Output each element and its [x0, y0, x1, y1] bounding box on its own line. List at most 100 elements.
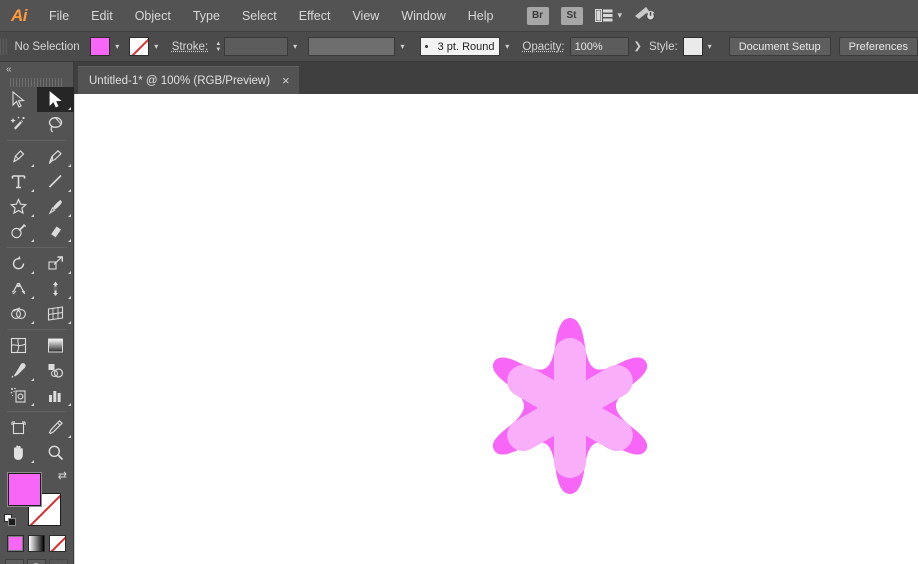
- workspace-switcher-icon[interactable]: [634, 5, 656, 27]
- tool-flyout-indicator-icon: [68, 271, 71, 274]
- tool-blend[interactable]: [37, 358, 74, 383]
- gradient-mode-button[interactable]: [28, 535, 45, 552]
- close-icon[interactable]: ×: [282, 74, 290, 87]
- tool-mesh[interactable]: [0, 333, 37, 358]
- fill-dropdown-chevron-down-icon[interactable]: ▾: [110, 37, 125, 56]
- tool-flyout-indicator-icon: [31, 189, 34, 192]
- tool-star[interactable]: [0, 194, 37, 219]
- fill-color-control[interactable]: ▾: [89, 37, 125, 56]
- tool-type[interactable]: [0, 169, 37, 194]
- style-label: Style:: [648, 40, 678, 53]
- collapse-panel-icon[interactable]: «: [6, 64, 11, 75]
- tool-flyout-indicator-icon: [31, 164, 34, 167]
- stock-icon[interactable]: St: [560, 6, 583, 25]
- menu-bar: Ai File Edit Object Type Select Effect V…: [0, 0, 918, 32]
- menu-edit[interactable]: Edit: [80, 0, 124, 32]
- tool-eyedropper[interactable]: [0, 358, 37, 383]
- tool-flyout-indicator-icon: [31, 214, 34, 217]
- brush-stroke-icon: [424, 45, 428, 48]
- tool-perspective-grid[interactable]: [37, 301, 74, 326]
- stroke-swatch-none-icon[interactable]: [128, 37, 149, 56]
- stroke-weight-stepper[interactable]: ▲ ▼: [213, 37, 223, 56]
- document-tab[interactable]: Untitled-1* @ 100% (RGB/Preview) ×: [78, 66, 299, 94]
- swap-fill-stroke-icon[interactable]: ⇄: [58, 471, 67, 482]
- brush-definition-label: 3 pt. Round: [437, 40, 495, 53]
- tool-symbol-sprayer[interactable]: [0, 383, 37, 408]
- stroke-weight-input[interactable]: [223, 37, 289, 56]
- tool-hand[interactable]: [0, 440, 37, 465]
- tool-separator: [7, 411, 67, 412]
- brush-chevron-down-icon[interactable]: ▾: [500, 37, 514, 56]
- tool-rotate[interactable]: [0, 251, 37, 276]
- opacity-expand-arrow-icon[interactable]: ❯: [629, 41, 647, 52]
- graphic-style-swatch[interactable]: [682, 37, 703, 56]
- tool-scale[interactable]: [37, 251, 74, 276]
- menu-file[interactable]: File: [38, 0, 80, 32]
- artboard-canvas[interactable]: [74, 94, 918, 564]
- default-fill-box: [8, 518, 16, 526]
- tool-flyout-indicator-icon: [68, 239, 71, 242]
- menu-type[interactable]: Type: [182, 0, 231, 32]
- tool-zoom[interactable]: [37, 440, 74, 465]
- tool-flyout-indicator-icon: [68, 321, 71, 324]
- tool-pen[interactable]: [0, 144, 37, 169]
- tool-paintbrush[interactable]: [37, 194, 74, 219]
- stroke-dropdown-chevron-down-icon[interactable]: ▾: [149, 37, 164, 56]
- document-tab-bar: Untitled-1* @ 100% (RGB/Preview) ×: [74, 62, 918, 94]
- tool-artboard[interactable]: [0, 415, 37, 440]
- none-mode-button[interactable]: [49, 535, 66, 552]
- tool-eraser[interactable]: [37, 219, 74, 244]
- color-mode-button[interactable]: [7, 535, 24, 552]
- tool-gradient[interactable]: [37, 333, 74, 358]
- menu-effect[interactable]: Effect: [288, 0, 342, 32]
- tool-lasso[interactable]: [37, 112, 74, 137]
- bridge-icon[interactable]: Br: [526, 6, 549, 25]
- tool-column-graph[interactable]: [37, 383, 74, 408]
- tool-shaper[interactable]: [0, 219, 37, 244]
- six-point-star-flower-artwork[interactable]: [470, 310, 670, 515]
- tool-line-segment[interactable]: [37, 169, 74, 194]
- tool-separator: [7, 140, 67, 141]
- tool-flyout-indicator-icon: [68, 403, 71, 406]
- menu-view[interactable]: View: [341, 0, 390, 32]
- tool-flyout-indicator-icon: [31, 460, 34, 463]
- style-chevron-down-icon[interactable]: ▾: [703, 37, 717, 56]
- menu-help[interactable]: Help: [457, 0, 505, 32]
- width-profile-chevron-down-icon[interactable]: ▾: [395, 37, 409, 56]
- stroke-weight-chevron-down-icon[interactable]: ▾: [288, 37, 302, 56]
- opacity-label[interactable]: Opacity:: [514, 41, 569, 53]
- tool-selection[interactable]: [37, 87, 74, 112]
- control-bar-grip[interactable]: [0, 31, 9, 62]
- tool-width[interactable]: [0, 276, 37, 301]
- stroke-weight-label[interactable]: Stroke:: [164, 41, 213, 53]
- stroke-color-control[interactable]: ▾: [128, 37, 164, 56]
- preferences-button[interactable]: Preferences: [838, 37, 918, 56]
- default-fill-stroke-icon[interactable]: [4, 514, 17, 527]
- toolbar-fill-swatch[interactable]: [8, 473, 41, 506]
- menu-object[interactable]: Object: [124, 0, 182, 32]
- opacity-input[interactable]: 100%: [569, 37, 629, 56]
- tool-slice[interactable]: [37, 415, 74, 440]
- arrange-documents-icon[interactable]: ▾: [594, 9, 622, 22]
- fill-swatch[interactable]: [89, 37, 110, 56]
- document-setup-button[interactable]: Document Setup: [728, 37, 831, 56]
- tool-flyout-indicator-icon: [68, 296, 71, 299]
- tool-flyout-indicator-icon: [68, 435, 71, 438]
- tool-separator: [7, 247, 67, 248]
- width-profile-select[interactable]: [308, 37, 396, 56]
- draw-normal-button[interactable]: [5, 559, 24, 564]
- tool-curvature[interactable]: [37, 144, 74, 169]
- tool-shape-builder[interactable]: [0, 301, 37, 326]
- brush-definition-select[interactable]: 3 pt. Round: [419, 37, 501, 56]
- menu-select[interactable]: Select: [231, 0, 288, 32]
- draw-behind-button[interactable]: [27, 559, 46, 564]
- menu-window[interactable]: Window: [390, 0, 456, 32]
- draw-inside-button[interactable]: [49, 559, 68, 564]
- tool-magic-wand[interactable]: [0, 112, 37, 137]
- tool-direct-selection[interactable]: [0, 87, 37, 112]
- fill-stroke-controls: ⇄: [0, 471, 73, 533]
- tools-panel-grip[interactable]: [10, 78, 63, 87]
- tool-free-transform[interactable]: [37, 276, 74, 301]
- tool-flyout-indicator-icon: [31, 239, 34, 242]
- document-tab-title: Untitled-1* @ 100% (RGB/Preview): [89, 74, 271, 87]
